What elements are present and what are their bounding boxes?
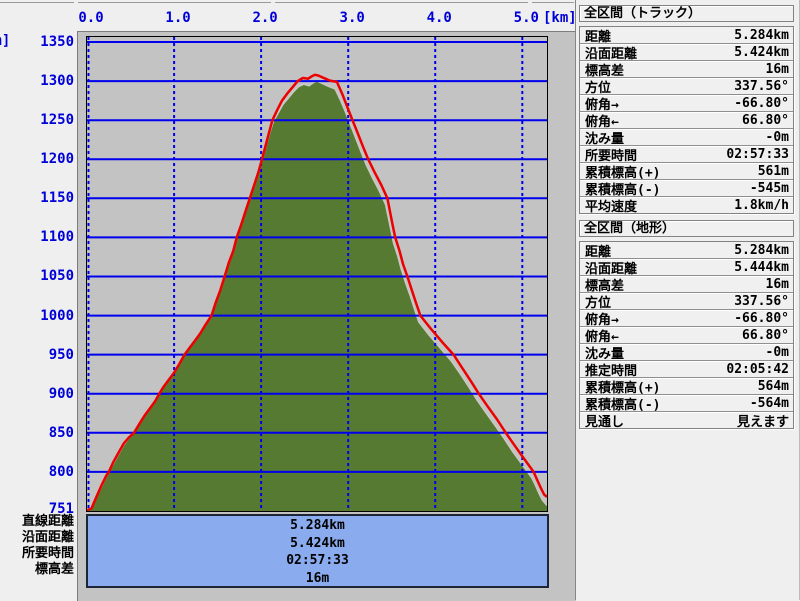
summary-box: 5.284km 5.424km 02:57:33 16m <box>86 514 549 588</box>
y-tick-label: 1100 <box>40 229 74 246</box>
stats-row: 俯角→ -66.80° <box>580 95 793 113</box>
stats-row: 累積標高(-) -564m <box>580 395 793 413</box>
stats-table: 距離 5.284km 沿面距離 5.424km 標高差 16m 方位 337.56° 俯角→ -6… <box>579 26 794 215</box>
y-tick-label: 1000 <box>40 307 74 324</box>
summary-value: 5.284km <box>290 518 345 533</box>
y-tick-label: 950 <box>48 346 74 363</box>
stats-table: 距離 5.284km 沿面距離 5.444km 標高差 16m 方位 337.56° 俯角→ -6… <box>579 241 794 430</box>
stats-row: 方位 337.56° <box>580 78 793 96</box>
stats-row: 距離 5.284km <box>580 242 793 260</box>
summary-row-label: 沿面距離 <box>21 530 74 545</box>
stats-row: 平均速度 1.8km/h <box>580 197 793 215</box>
stat-value: 66.80° <box>742 112 789 128</box>
stat-value: 66.80° <box>742 327 789 343</box>
stats-row: 所要時間 02:57:33 <box>580 146 793 164</box>
terrain-area <box>87 81 547 511</box>
y-tick-label: 1050 <box>40 268 74 285</box>
stat-value: -0m <box>765 344 789 360</box>
stats-row: 累積標高(-) -545m <box>580 180 793 198</box>
summary-row-label: 標高差 <box>34 562 74 577</box>
stat-value: 1.8km/h <box>734 197 789 213</box>
stat-value: 02:57:33 <box>726 146 789 162</box>
top-divider-segment <box>275 2 528 3</box>
y-tick-label: 1150 <box>40 190 74 207</box>
stats-row: 俯角← 66.80° <box>580 327 793 345</box>
y-tick-label: 900 <box>48 385 74 402</box>
y-tick-label: 1250 <box>40 112 74 129</box>
stat-value: -66.80° <box>734 95 789 111</box>
stats-row: 累積標高(+) 561m <box>580 163 793 181</box>
stat-value: 見えます <box>736 414 789 430</box>
stats-row: 累積標高(+) 564m <box>580 378 793 396</box>
x-tick-label: 1.0 <box>165 10 191 26</box>
stat-value: -545m <box>749 180 789 196</box>
stats-row: 見通し 見えます <box>580 412 793 430</box>
stats-row: 俯角← 66.80° <box>580 112 793 130</box>
stat-value: 5.284km <box>734 242 789 258</box>
stat-value: 16m <box>765 61 789 77</box>
x-axis-unit-label: [km] <box>543 10 577 26</box>
stat-label: 見通し <box>585 414 625 430</box>
stat-value: 16m <box>765 276 789 292</box>
profile-graph-panel: 5.284km 5.424km 02:57:33 16m <box>77 31 576 601</box>
stats-row: 沈み量 -0m <box>580 129 793 147</box>
stats-row: 沈み量 -0m <box>580 344 793 362</box>
stat-value: 5.424km <box>734 44 789 60</box>
stat-value: 337.56° <box>734 78 789 94</box>
stat-value: -564m <box>749 395 789 411</box>
stats-row: 俯角→ -66.80° <box>580 310 793 328</box>
x-tick-label: 5.0 <box>513 10 539 26</box>
stats-row: 標高差 16m <box>580 61 793 79</box>
top-divider-segment <box>532 2 574 3</box>
summary-row-label: 所要時間 <box>21 546 74 561</box>
y-tick-label: 1300 <box>40 73 74 90</box>
stat-value: -0m <box>765 129 789 145</box>
x-tick-label: 4.0 <box>426 10 452 26</box>
summary-value: 5.424km <box>290 535 345 551</box>
top-divider-segment <box>78 2 271 3</box>
stats-row: 標高差 16m <box>580 276 793 294</box>
stats-row: 距離 5.284km <box>580 27 793 45</box>
y-tick-label: 800 <box>48 463 74 480</box>
stat-value: 5.444km <box>734 259 789 275</box>
stats-row: 沿面距離 5.424km <box>580 44 793 62</box>
stat-value: 02:05:42 <box>726 361 789 377</box>
elevation-plot[interactable] <box>86 36 548 512</box>
stat-value: 564m <box>757 378 789 394</box>
stats-row: 沿面距離 5.444km <box>580 259 793 277</box>
stat-value: -66.80° <box>734 310 789 326</box>
stats-row: 方位 337.56° <box>580 293 793 311</box>
stat-value: 337.56° <box>734 293 789 309</box>
y-tick-label: 850 <box>48 424 74 441</box>
stat-label: 平均速度 <box>585 199 638 215</box>
plot-area[interactable] <box>87 37 547 511</box>
section-header: 全区間（トラック） <box>579 5 794 22</box>
top-divider-segment <box>0 2 74 3</box>
x-tick-label: 3.0 <box>339 10 365 26</box>
profile-chart-svg <box>87 37 547 511</box>
stats-sidebar: 全区間（トラック） 距離 5.284km 沿面距離 5.424km 標高差 16m 方位 337… <box>575 0 800 600</box>
stats-row: 推定時間 02:05:42 <box>580 361 793 379</box>
section-header: 全区間（地形） <box>579 220 794 237</box>
summary-value: 16m <box>305 570 330 586</box>
y-tick-label: 1350 <box>40 34 74 50</box>
summary-row-label: 直線距離 <box>21 514 74 529</box>
elevation-profile-window: { "axes": { "x_ticks": ["0.0", "1.0", "2… <box>0 0 800 601</box>
x-tick-label: 2.0 <box>252 10 278 26</box>
y-tick-label: 1200 <box>40 151 74 168</box>
summary-value: 02:57:33 <box>286 553 349 568</box>
x-tick-label: 0.0 <box>78 10 104 26</box>
stat-value: 561m <box>757 163 789 179</box>
stat-value: 5.284km <box>734 27 789 43</box>
